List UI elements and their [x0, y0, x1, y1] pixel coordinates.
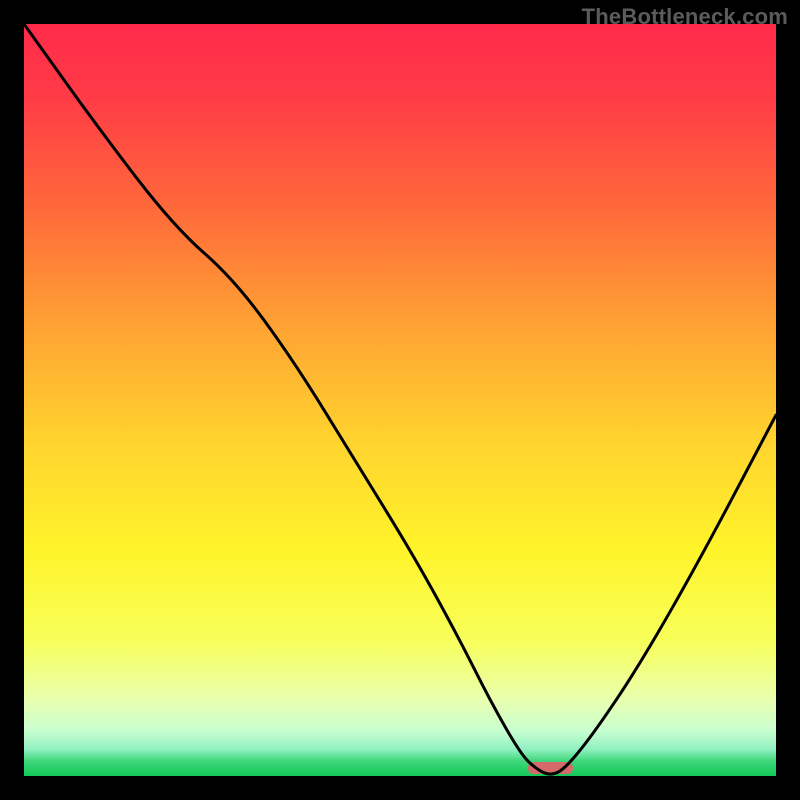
plot-background — [24, 24, 776, 776]
watermark-label: TheBottleneck.com — [582, 4, 788, 30]
chart-frame: TheBottleneck.com — [0, 0, 800, 800]
bottleneck-chart — [0, 0, 800, 800]
